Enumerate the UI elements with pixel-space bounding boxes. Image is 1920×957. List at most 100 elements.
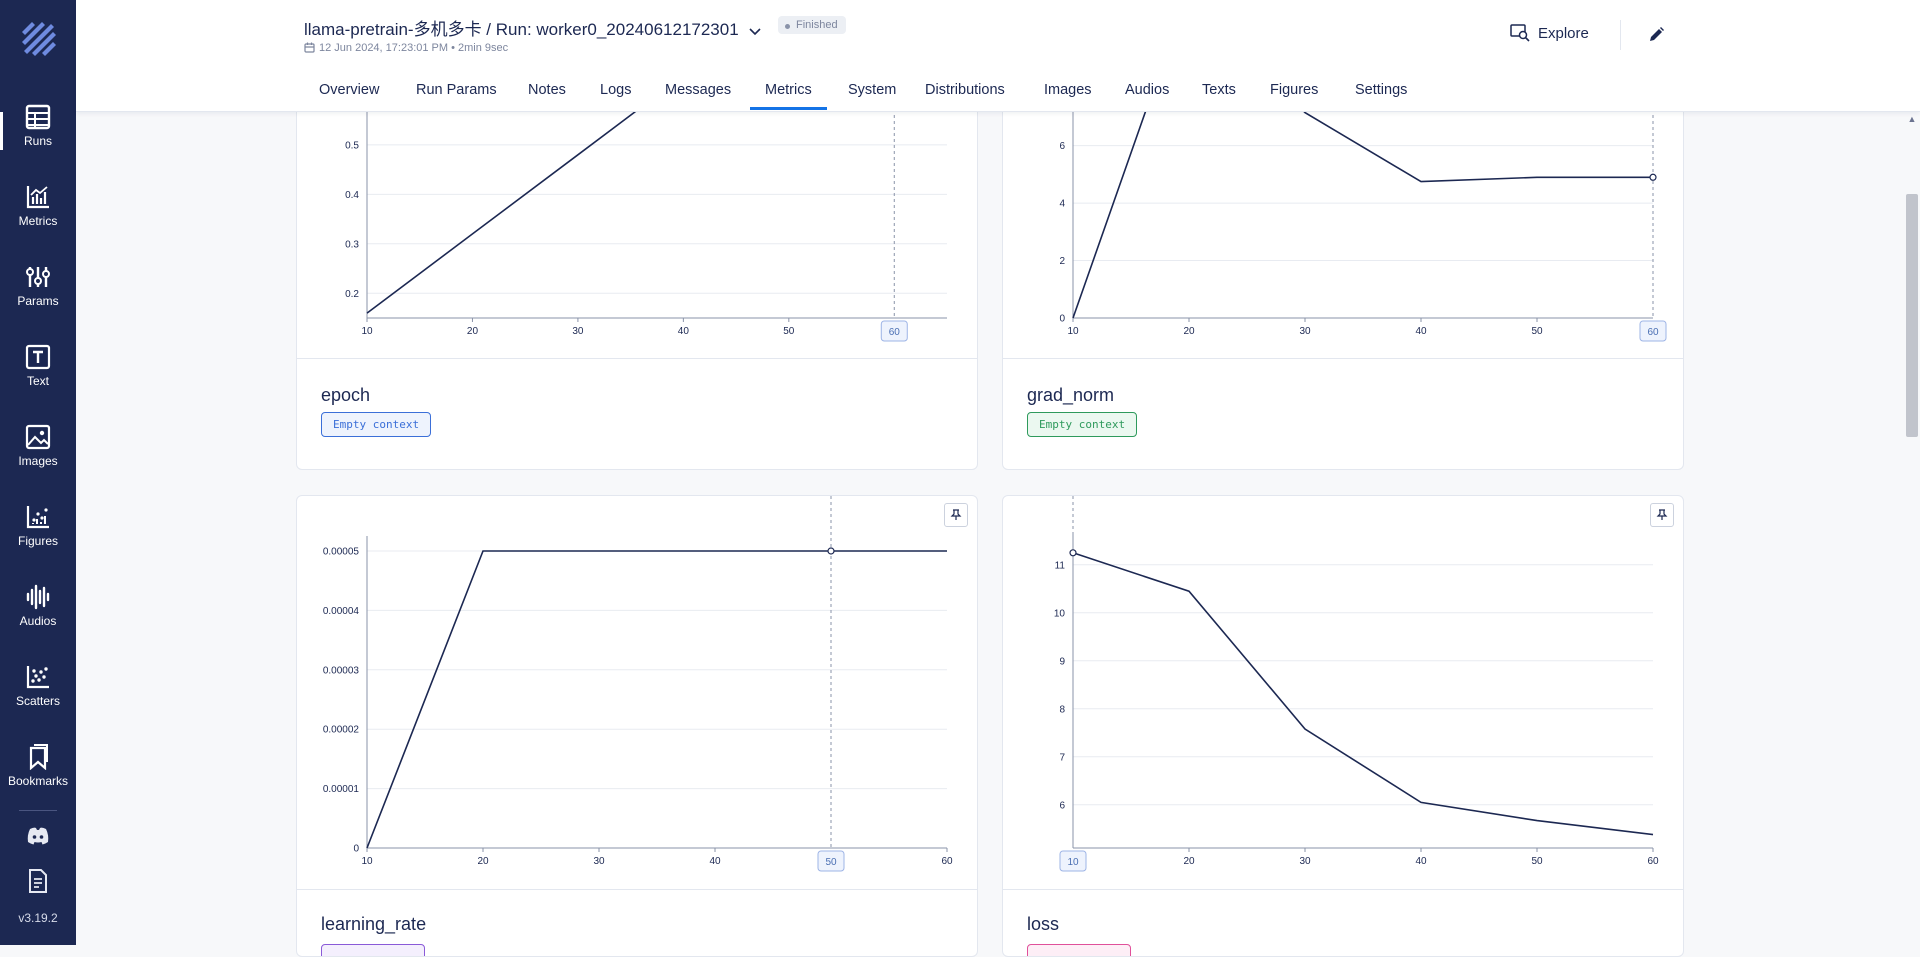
run-meta-text: 12 Jun 2024, 17:23:01 PM • 2min 9sec [319,42,509,54]
context-badge[interactable]: Empty context [321,412,432,437]
tab-run-params[interactable]: Run Params [416,82,497,98]
tab-messages[interactable]: Messages [665,82,731,98]
sidebar-item-bookmarks[interactable]: Bookmarks [0,732,76,812]
y-tick-label: 4 [1059,199,1065,210]
explore-button[interactable]: Explore [1510,24,1589,42]
run-header: llama-pretrain-多机多卡 / Run: worker0_20240… [76,0,1920,112]
sidebar-item-label: Params [17,294,59,308]
sidebar-item-label: Figures [17,534,58,548]
x-tick-label: 40 [1415,326,1427,337]
calendar-icon [304,42,315,53]
y-tick-label: 0 [353,844,359,855]
figures-icon [26,506,49,529]
metric-name: epoch [321,385,371,405]
y-tick-label: 0.00002 [323,725,360,736]
y-tick-label: 11 [1055,560,1066,571]
sidebar-item-figures[interactable]: Figures [0,492,76,572]
pin-button[interactable] [1650,503,1674,527]
metrics-chart-icon [26,186,49,209]
y-tick-label: 0.00003 [323,665,360,676]
x-tick-label: 50 [1531,326,1543,337]
hover-point [1649,173,1657,181]
sidebar-item-label: Audios [19,614,57,628]
y-tick-label: 6 [1059,141,1065,152]
metric-chart-learning-rate[interactable]: 0 0.00001 0.00002 0.00003 0.00004 0.00005 10 20… [297,496,977,890]
sidebar-item-params[interactable]: Params [0,252,76,332]
sidebar-item-label: Text [26,374,49,388]
y-tick-label: 6 [1059,800,1065,811]
sidebar-item-scatters[interactable]: Scatters [0,652,76,732]
metric-name: loss [1027,914,1060,934]
card-footer: grad_norm Empty context [1003,358,1683,469]
edit-pencil-icon[interactable] [1646,25,1666,45]
x-tick-label: 30 [572,326,584,337]
card-footer: loss [1003,889,1683,956]
run-title[interactable]: llama-pretrain-多机多卡 / Run: worker0_20240… [304,15,761,40]
x-tick-label: 10 [1067,326,1079,337]
scroll-up-arrow-icon[interactable]: ▲ [1904,114,1920,126]
app-version: v3.19.2 [18,911,58,925]
tab-audios[interactable]: Audios [1125,82,1169,98]
y-tick-label: 0 [1059,314,1065,325]
scatters-icon [26,666,49,689]
chevron-down-icon[interactable] [749,25,761,37]
header-divider [1620,20,1621,50]
aim-logo-icon[interactable] [20,20,56,60]
sidebar-item-label: Bookmarks [7,774,69,788]
status-badge: Finished [778,16,846,34]
hover-x-badge-label: 60 [889,327,901,338]
sidebar-item-text[interactable]: Text [0,332,76,412]
tab-figures[interactable]: Figures [1270,82,1318,98]
context-badge[interactable] [1027,944,1131,956]
tab-logs[interactable]: Logs [600,82,631,98]
sidebar-item-metrics[interactable]: Metrics [0,172,76,252]
context-badge[interactable] [321,944,425,956]
sidebar-item-runs[interactable]: Runs [0,92,76,172]
text-icon [25,344,51,370]
explore-icon [1510,24,1530,42]
sidebar: Runs Metrics Params Text Images Figures … [0,0,76,945]
y-tick-label: 7 [1059,752,1065,763]
x-tick-label: 10 [361,856,373,867]
pin-icon [950,509,962,520]
x-tick-label: 50 [783,326,795,337]
tab-settings[interactable]: Settings [1355,82,1407,98]
pin-button[interactable] [944,503,968,527]
tab-notes[interactable]: Notes [528,82,566,98]
metric-name: learning_rate [321,914,427,934]
context-badge[interactable]: Empty context [1027,412,1138,437]
sidebar-item-audios[interactable]: Audios [0,572,76,652]
x-tick-label: 40 [678,326,690,337]
hover-x-badge-label: 50 [825,857,837,868]
hover-point [827,547,835,555]
docs-icon[interactable] [28,869,48,893]
y-tick-label: 0.00004 [323,606,360,617]
tab-overview[interactable]: Overview [319,82,379,98]
hover-point [1069,549,1077,557]
sidebar-item-label: Metrics [18,214,58,228]
sidebar-item-images[interactable]: Images [0,412,76,492]
y-tick-label: 0.3 [345,239,359,250]
tab-distributions[interactable]: Distributions [925,82,1005,98]
y-tick-label: 0.2 [345,289,359,300]
tab-metrics[interactable]: Metrics [750,82,827,110]
audios-icon [26,584,50,610]
scrollbar-thumb[interactable] [1906,194,1918,437]
metric-chart-loss[interactable]: 6 7 8 9 10 11 20 30 40 50 60 10 [1003,496,1683,890]
metric-card-loss: 6 7 8 9 10 11 20 30 40 50 60 10 loss [1002,495,1684,957]
run-title-text: llama-pretrain-多机多卡 / Run: worker0_20240… [304,20,739,39]
y-tick-label: 0.5 [345,140,359,151]
y-tick-label: 10 [1054,608,1066,619]
sidebar-item-label: Images [18,454,58,468]
tab-system[interactable]: System [848,82,896,98]
x-tick-label: 60 [1647,856,1659,867]
metric-card-learning-rate: 0 0.00001 0.00002 0.00003 0.00004 0.00005 10 20… [296,495,978,957]
tab-images[interactable]: Images [1044,82,1092,98]
tab-texts[interactable]: Texts [1202,82,1236,98]
card-footer: learning_rate [297,889,977,956]
discord-icon[interactable] [26,826,50,846]
run-meta: 12 Jun 2024, 17:23:01 PM • 2min 9sec [304,42,508,54]
x-tick-label: 40 [1415,856,1427,867]
x-tick-label: 50 [1531,856,1543,867]
images-icon [25,424,51,450]
